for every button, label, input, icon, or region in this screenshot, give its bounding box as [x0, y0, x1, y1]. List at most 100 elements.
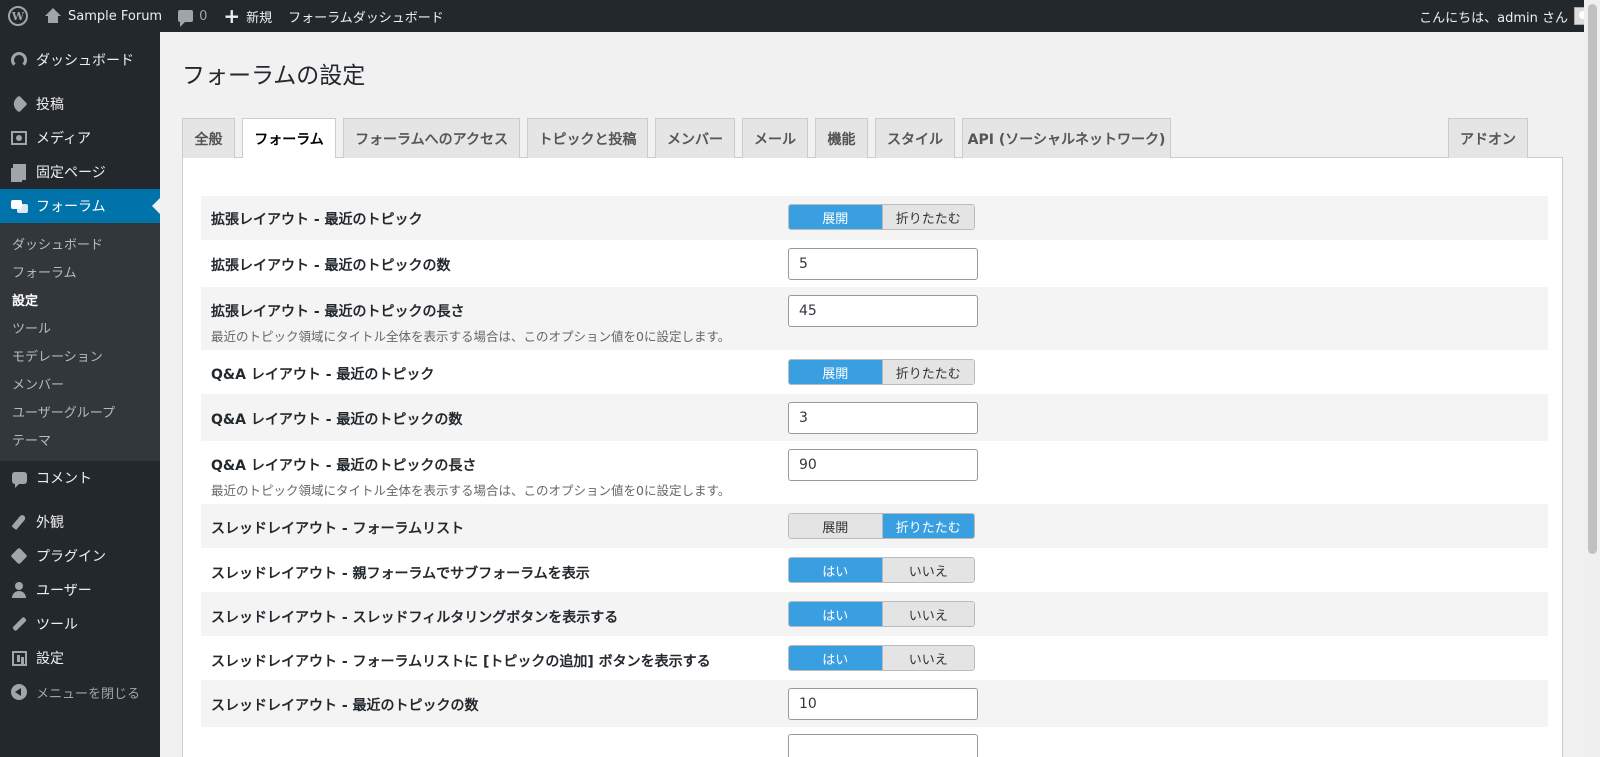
submenu-members[interactable]: メンバー — [0, 369, 160, 397]
user-icon — [10, 581, 28, 599]
dashboard-icon — [10, 51, 28, 69]
setting-row: Q&A レイアウト - 最近のトピックの数 — [201, 394, 1548, 441]
user-greeting: こんにちは、admin さん — [1419, 10, 1568, 26]
toggle-option-collapse[interactable]: 折りたたむ — [881, 360, 974, 384]
toggle-option-no[interactable]: いいえ — [881, 602, 974, 626]
extended-recent-topics-toggle[interactable]: 展開 折りたたむ — [788, 204, 975, 230]
toggle-option-no[interactable]: いいえ — [881, 646, 974, 670]
tab-members[interactable]: メンバー — [655, 118, 735, 158]
menu-users-label: ユーザー — [36, 583, 92, 599]
main-content: フォーラムの設定 全般 フォーラム フォーラムへのアクセス トピックと投稿 メン… — [160, 32, 1584, 757]
tab-api[interactable]: API (ソーシャルネットワーク) — [962, 118, 1171, 158]
tab-topics-posts[interactable]: トピックと投稿 — [527, 118, 648, 158]
menu-forums[interactable]: フォーラム — [0, 189, 160, 223]
pin-icon — [10, 95, 28, 113]
tab-styles[interactable]: スタイル — [875, 118, 955, 158]
menu-tools[interactable]: ツール — [0, 607, 160, 641]
media-icon — [10, 129, 28, 147]
menu-dashboard-label: ダッシュボード — [36, 53, 134, 69]
page-scrollbar[interactable] — [1584, 0, 1600, 757]
tab-email[interactable]: メール — [742, 118, 808, 158]
menu-appearance[interactable]: 外観 — [0, 505, 160, 539]
forum-dashboard-label: フォーラムダッシュボード — [288, 10, 444, 26]
setting-row: スレッドレイアウト - 親フォーラムでサブフォーラムを表示 はい いいえ — [201, 548, 1548, 592]
submenu-themes[interactable]: テーマ — [0, 425, 160, 453]
setting-row: スレッドレイアウト - フォーラムリストに [トピックの追加] ボタンを表示する… — [201, 636, 1548, 680]
menu-users[interactable]: ユーザー — [0, 573, 160, 607]
qa-recent-topics-length-input[interactable] — [788, 449, 978, 481]
setting-label: スレッドレイアウト - 最近のトピックの数 — [211, 698, 479, 714]
threaded-forum-list-toggle[interactable]: 展開 折りたたむ — [788, 513, 975, 539]
menu-pages[interactable]: 固定ページ — [0, 155, 160, 189]
collapse-menu-label: メニューを閉じる — [36, 686, 141, 702]
setting-row: 拡張レイアウト - 最近のトピックの長さ 最近のトピック領域にタイトル全体を表示… — [201, 287, 1548, 350]
extended-recent-topics-length-input[interactable] — [788, 295, 978, 327]
comments-link[interactable]: 0 — [170, 0, 215, 32]
toggle-option-no[interactable]: いいえ — [881, 558, 974, 582]
submenu-tools[interactable]: ツール — [0, 313, 160, 341]
toggle-option-collapse[interactable]: 折りたたむ — [881, 205, 974, 229]
forum-bubbles-icon — [10, 197, 28, 215]
toggle-option-collapse[interactable]: 折りたたむ — [881, 514, 974, 538]
setting-row: スレッドレイアウト - 最近のトピックの数 — [201, 680, 1548, 727]
site-name-link[interactable]: Sample Forum — [36, 0, 170, 32]
threaded-add-topic-button-toggle[interactable]: はい いいえ — [788, 645, 975, 671]
menu-tools-label: ツール — [36, 617, 78, 633]
threaded-subforums-toggle[interactable]: はい いいえ — [788, 557, 975, 583]
wrench-icon — [10, 615, 28, 633]
paintbrush-icon — [10, 513, 28, 531]
setting-label: Q&A レイアウト - 最近のトピックの長さ — [211, 458, 477, 474]
forum-dashboard-link[interactable]: フォーラムダッシュボード — [280, 0, 452, 32]
threaded-recent-topics-count-input[interactable] — [788, 688, 978, 720]
wp-logo-menu[interactable]: W — [0, 0, 36, 32]
tab-forums[interactable]: フォーラム — [242, 118, 336, 159]
menu-comments[interactable]: コメント — [0, 461, 160, 495]
setting-label: Q&A レイアウト - 最近のトピックの数 — [211, 412, 463, 428]
toggle-option-yes[interactable]: はい — [789, 602, 882, 626]
threaded-filter-buttons-toggle[interactable]: はい いいえ — [788, 601, 975, 627]
home-icon — [44, 8, 62, 24]
scrollbar-thumb[interactable] — [1588, 4, 1597, 554]
submenu-settings[interactable]: 設定 — [0, 285, 160, 313]
setting-label: スレッドレイアウト - 親フォーラムでサブフォーラムを表示 — [211, 566, 590, 582]
extended-recent-topics-count-input[interactable] — [788, 248, 978, 280]
qa-recent-topics-toggle[interactable]: 展開 折りたたむ — [788, 359, 975, 385]
submenu-dashboard[interactable]: ダッシュボード — [0, 229, 160, 257]
toggle-option-yes[interactable]: はい — [789, 646, 882, 670]
menu-settings[interactable]: 設定 — [0, 641, 160, 675]
toggle-option-expand[interactable]: 展開 — [789, 514, 882, 538]
menu-pages-label: 固定ページ — [36, 165, 106, 181]
menu-posts[interactable]: 投稿 — [0, 87, 160, 121]
submenu-forums[interactable]: フォーラム — [0, 257, 160, 285]
next-setting-input[interactable] — [788, 734, 978, 757]
forums-submenu: ダッシュボード フォーラム 設定 ツール モデレーション メンバー ユーザーグル… — [0, 223, 160, 461]
tab-features[interactable]: 機能 — [815, 118, 868, 158]
toggle-option-expand[interactable]: 展開 — [789, 360, 882, 384]
setting-label: スレッドレイアウト - フォーラムリストに [トピックの追加] ボタンを表示する — [211, 654, 711, 670]
setting-label: 拡張レイアウト - 最近のトピックの長さ — [211, 304, 465, 320]
collapse-menu-button[interactable]: メニューを閉じる — [0, 675, 160, 709]
my-account-menu[interactable]: こんにちは、admin さん — [1419, 7, 1600, 26]
menu-dashboard[interactable]: ダッシュボード — [0, 43, 160, 77]
admin-sidebar: ダッシュボード 投稿 メディア 固定ページ フォーラム ダッシュボード フォーラ… — [0, 32, 160, 757]
submenu-usergroups[interactable]: ユーザーグループ — [0, 397, 160, 425]
menu-media[interactable]: メディア — [0, 121, 160, 155]
submenu-moderation[interactable]: モデレーション — [0, 341, 160, 369]
site-name: Sample Forum — [68, 8, 163, 24]
menu-plugins-label: プラグイン — [36, 549, 106, 565]
tab-addons[interactable]: アドオン — [1448, 118, 1528, 158]
tab-general[interactable]: 全般 — [182, 118, 235, 158]
qa-recent-topics-count-input[interactable] — [788, 402, 978, 434]
settings-panel: 拡張レイアウト - 最近のトピック 展開 折りたたむ 拡張レイアウト - 最近の… — [182, 158, 1563, 757]
menu-posts-label: 投稿 — [36, 97, 64, 113]
setting-label: 拡張レイアウト - 最近のトピックの数 — [211, 258, 451, 274]
setting-label: スレッドレイアウト - スレッドフィルタリングボタンを表示する — [211, 610, 619, 626]
tab-forum-access[interactable]: フォーラムへのアクセス — [343, 118, 520, 158]
new-content-menu[interactable]: + 新規 — [215, 0, 280, 32]
setting-label: 拡張レイアウト - 最近のトピック — [211, 212, 423, 228]
toggle-option-yes[interactable]: はい — [789, 558, 882, 582]
toggle-option-expand[interactable]: 展開 — [789, 205, 882, 229]
menu-plugins[interactable]: プラグイン — [0, 539, 160, 573]
menu-comments-label: コメント — [36, 471, 92, 487]
menu-settings-label: 設定 — [36, 651, 64, 667]
